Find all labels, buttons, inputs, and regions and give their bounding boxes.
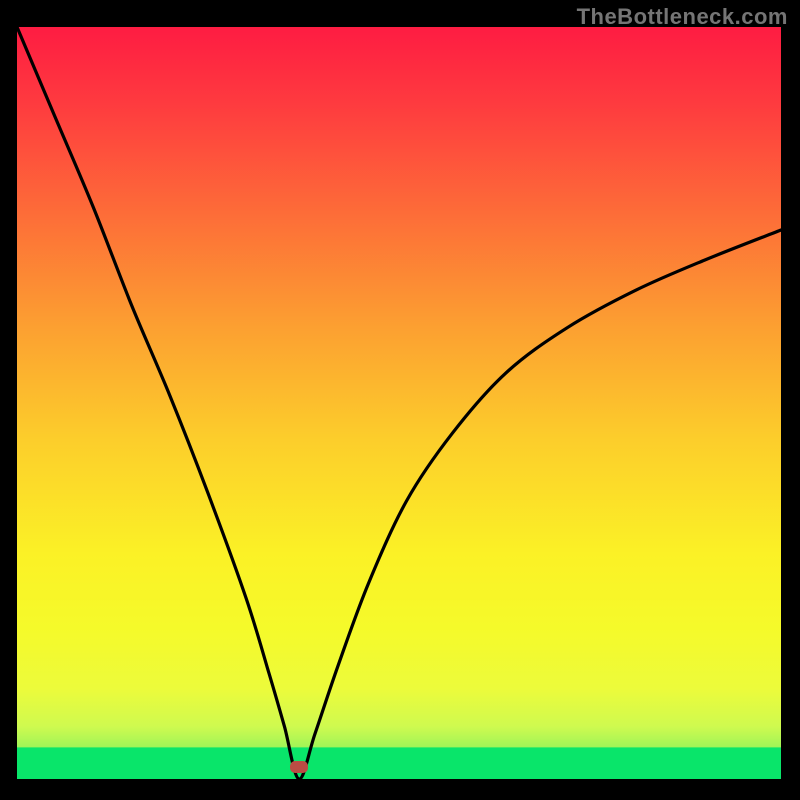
watermark-text: TheBottleneck.com	[577, 4, 788, 30]
chart-frame: TheBottleneck.com	[0, 0, 800, 800]
green-band	[17, 747, 781, 779]
minimum-marker	[290, 761, 308, 773]
plot-area	[17, 27, 781, 779]
gradient-background	[17, 27, 781, 779]
plot-svg	[17, 27, 781, 779]
